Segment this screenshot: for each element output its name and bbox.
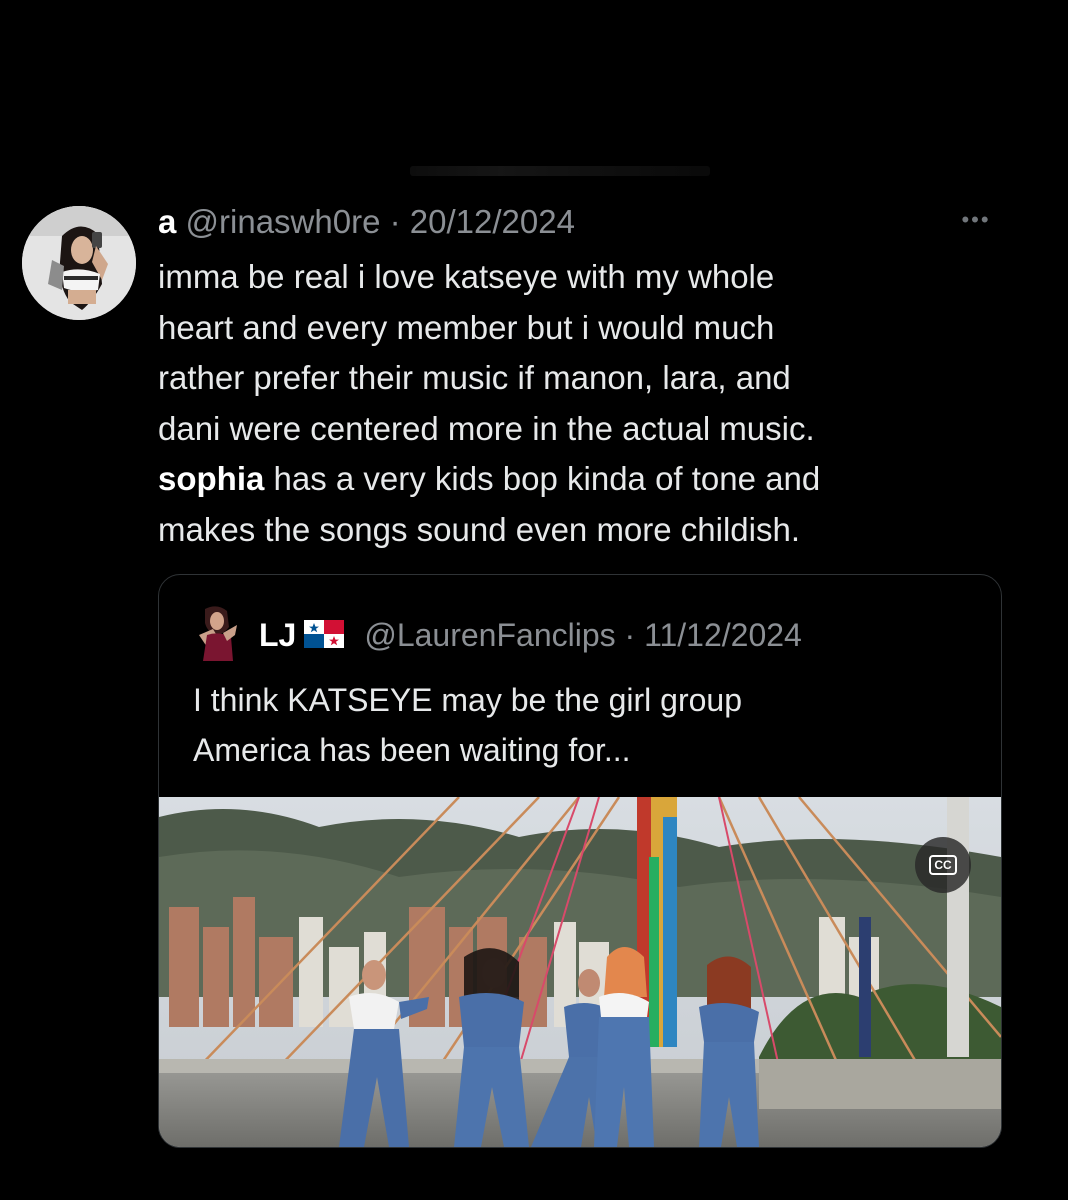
tweet-text-line: sophia has a very kids bop kinda of tone…: [158, 454, 1008, 505]
quoted-tweet-date[interactable]: 11/12/2024: [644, 617, 802, 653]
bold-name: sophia: [158, 460, 265, 497]
display-name[interactable]: a: [158, 203, 176, 240]
tweet-text-line: imma be real i love katseye with my whol…: [158, 258, 775, 295]
quoted-tweet-text: I think KATSEYE may be the girl group Am…: [193, 675, 983, 775]
quoted-text-line: America has been waiting for...: [193, 732, 631, 768]
quoted-tweet-header: LJ @LaurenFanclips · 11/12/2024: [259, 615, 802, 655]
tweet-text-line: makes the songs sound even more childish…: [158, 510, 801, 548]
video-media[interactable]: CC: [159, 796, 1001, 1147]
cc-icon: CC: [929, 855, 957, 875]
user-handle[interactable]: @rinaswh0re: [186, 203, 381, 240]
quoted-profile-photo: [199, 606, 237, 661]
separator-dot: ·: [624, 617, 636, 653]
more-horizontal-icon[interactable]: •••: [956, 208, 996, 232]
separator-dot: ·: [389, 203, 401, 240]
quoted-text-line: I think KATSEYE may be the girl group: [193, 682, 742, 718]
quoted-avatar[interactable]: [197, 605, 239, 661]
redacted-header-bar: [410, 166, 710, 176]
video-thumbnail: [159, 796, 1001, 1147]
tweet-date[interactable]: 20/12/2024: [410, 203, 575, 240]
quoted-tweet-card[interactable]: LJ @LaurenFanclips · 11/12/2024 I think …: [158, 574, 1002, 1148]
quoted-display-name[interactable]: LJ: [259, 617, 296, 653]
profile-photo: [22, 206, 136, 320]
quoted-user-handle[interactable]: @LaurenFanclips: [364, 617, 615, 653]
tweet-text-fragment: has a very kids bop kinda of tone and: [264, 460, 821, 497]
tweet-text-line: dani were centered more in the actual mu…: [158, 409, 815, 447]
tweet-header: a @rinaswh0re · 20/12/2024: [158, 202, 575, 242]
captions-button[interactable]: CC: [915, 837, 971, 893]
panama-flag-icon: [304, 620, 345, 648]
avatar[interactable]: [22, 206, 136, 320]
tweet-text-line: rather prefer their music if manon, lara…: [158, 359, 791, 396]
tweet-text: imma be real i love katseye with my whol…: [158, 252, 1008, 555]
tweet-text-line: heart and every member but i would much: [158, 308, 775, 346]
